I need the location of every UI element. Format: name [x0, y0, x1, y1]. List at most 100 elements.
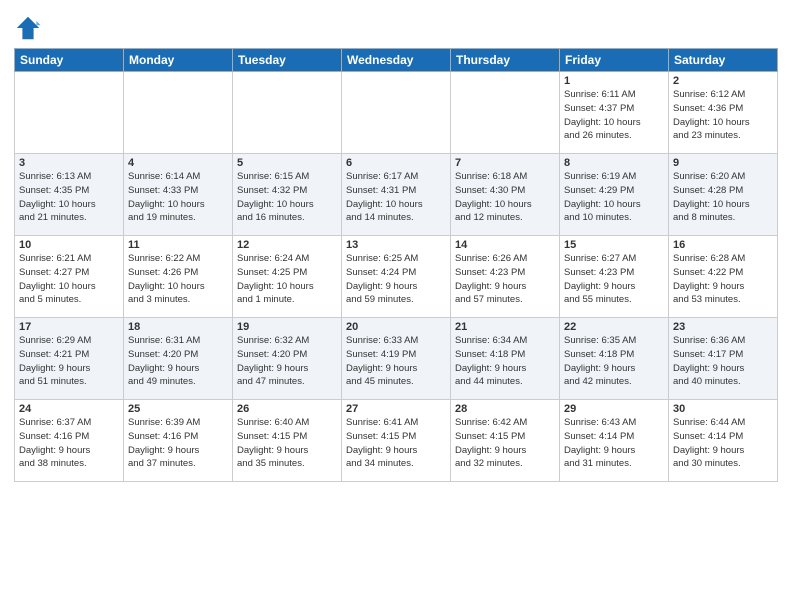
calendar-week-row: 24Sunrise: 6:37 AM Sunset: 4:16 PM Dayli…: [15, 400, 778, 482]
calendar-cell: [124, 72, 233, 154]
calendar-cell: 6Sunrise: 6:17 AM Sunset: 4:31 PM Daylig…: [342, 154, 451, 236]
calendar: SundayMondayTuesdayWednesdayThursdayFrid…: [14, 48, 778, 482]
weekday-header: Tuesday: [233, 49, 342, 72]
day-info: Sunrise: 6:20 AM Sunset: 4:28 PM Dayligh…: [673, 170, 773, 225]
calendar-cell: [233, 72, 342, 154]
calendar-week-row: 17Sunrise: 6:29 AM Sunset: 4:21 PM Dayli…: [15, 318, 778, 400]
header: [14, 10, 778, 42]
day-info: Sunrise: 6:29 AM Sunset: 4:21 PM Dayligh…: [19, 334, 119, 389]
calendar-cell: 27Sunrise: 6:41 AM Sunset: 4:15 PM Dayli…: [342, 400, 451, 482]
calendar-cell: 14Sunrise: 6:26 AM Sunset: 4:23 PM Dayli…: [451, 236, 560, 318]
day-info: Sunrise: 6:24 AM Sunset: 4:25 PM Dayligh…: [237, 252, 337, 307]
day-number: 25: [128, 403, 228, 415]
calendar-cell: 2Sunrise: 6:12 AM Sunset: 4:36 PM Daylig…: [669, 72, 778, 154]
day-info: Sunrise: 6:17 AM Sunset: 4:31 PM Dayligh…: [346, 170, 446, 225]
calendar-cell: 11Sunrise: 6:22 AM Sunset: 4:26 PM Dayli…: [124, 236, 233, 318]
day-number: 12: [237, 239, 337, 251]
day-number: 5: [237, 157, 337, 169]
day-number: 14: [455, 239, 555, 251]
day-number: 19: [237, 321, 337, 333]
calendar-week-row: 1Sunrise: 6:11 AM Sunset: 4:37 PM Daylig…: [15, 72, 778, 154]
calendar-cell: 10Sunrise: 6:21 AM Sunset: 4:27 PM Dayli…: [15, 236, 124, 318]
day-info: Sunrise: 6:36 AM Sunset: 4:17 PM Dayligh…: [673, 334, 773, 389]
day-info: Sunrise: 6:34 AM Sunset: 4:18 PM Dayligh…: [455, 334, 555, 389]
day-info: Sunrise: 6:31 AM Sunset: 4:20 PM Dayligh…: [128, 334, 228, 389]
calendar-cell: 12Sunrise: 6:24 AM Sunset: 4:25 PM Dayli…: [233, 236, 342, 318]
day-info: Sunrise: 6:12 AM Sunset: 4:36 PM Dayligh…: [673, 88, 773, 143]
day-number: 2: [673, 75, 773, 87]
weekday-header: Thursday: [451, 49, 560, 72]
day-number: 21: [455, 321, 555, 333]
calendar-cell: 16Sunrise: 6:28 AM Sunset: 4:22 PM Dayli…: [669, 236, 778, 318]
calendar-cell: 15Sunrise: 6:27 AM Sunset: 4:23 PM Dayli…: [560, 236, 669, 318]
day-info: Sunrise: 6:44 AM Sunset: 4:14 PM Dayligh…: [673, 416, 773, 471]
day-number: 24: [19, 403, 119, 415]
day-number: 9: [673, 157, 773, 169]
day-info: Sunrise: 6:28 AM Sunset: 4:22 PM Dayligh…: [673, 252, 773, 307]
day-info: Sunrise: 6:19 AM Sunset: 4:29 PM Dayligh…: [564, 170, 664, 225]
calendar-cell: 21Sunrise: 6:34 AM Sunset: 4:18 PM Dayli…: [451, 318, 560, 400]
logo-icon: [14, 14, 42, 42]
day-number: 15: [564, 239, 664, 251]
calendar-cell: 7Sunrise: 6:18 AM Sunset: 4:30 PM Daylig…: [451, 154, 560, 236]
calendar-week-row: 10Sunrise: 6:21 AM Sunset: 4:27 PM Dayli…: [15, 236, 778, 318]
calendar-cell: 17Sunrise: 6:29 AM Sunset: 4:21 PM Dayli…: [15, 318, 124, 400]
calendar-cell: 28Sunrise: 6:42 AM Sunset: 4:15 PM Dayli…: [451, 400, 560, 482]
day-number: 10: [19, 239, 119, 251]
day-info: Sunrise: 6:39 AM Sunset: 4:16 PM Dayligh…: [128, 416, 228, 471]
day-number: 18: [128, 321, 228, 333]
day-number: 20: [346, 321, 446, 333]
calendar-cell: 24Sunrise: 6:37 AM Sunset: 4:16 PM Dayli…: [15, 400, 124, 482]
calendar-cell: 1Sunrise: 6:11 AM Sunset: 4:37 PM Daylig…: [560, 72, 669, 154]
day-info: Sunrise: 6:18 AM Sunset: 4:30 PM Dayligh…: [455, 170, 555, 225]
calendar-cell: 26Sunrise: 6:40 AM Sunset: 4:15 PM Dayli…: [233, 400, 342, 482]
day-number: 1: [564, 75, 664, 87]
day-info: Sunrise: 6:15 AM Sunset: 4:32 PM Dayligh…: [237, 170, 337, 225]
calendar-cell: [451, 72, 560, 154]
day-number: 28: [455, 403, 555, 415]
calendar-cell: 13Sunrise: 6:25 AM Sunset: 4:24 PM Dayli…: [342, 236, 451, 318]
day-number: 13: [346, 239, 446, 251]
day-info: Sunrise: 6:22 AM Sunset: 4:26 PM Dayligh…: [128, 252, 228, 307]
calendar-cell: 3Sunrise: 6:13 AM Sunset: 4:35 PM Daylig…: [15, 154, 124, 236]
calendar-cell: 23Sunrise: 6:36 AM Sunset: 4:17 PM Dayli…: [669, 318, 778, 400]
day-number: 23: [673, 321, 773, 333]
weekday-header: Wednesday: [342, 49, 451, 72]
day-info: Sunrise: 6:40 AM Sunset: 4:15 PM Dayligh…: [237, 416, 337, 471]
calendar-cell: 29Sunrise: 6:43 AM Sunset: 4:14 PM Dayli…: [560, 400, 669, 482]
day-number: 8: [564, 157, 664, 169]
day-number: 16: [673, 239, 773, 251]
day-info: Sunrise: 6:37 AM Sunset: 4:16 PM Dayligh…: [19, 416, 119, 471]
calendar-cell: 5Sunrise: 6:15 AM Sunset: 4:32 PM Daylig…: [233, 154, 342, 236]
calendar-cell: 25Sunrise: 6:39 AM Sunset: 4:16 PM Dayli…: [124, 400, 233, 482]
day-number: 11: [128, 239, 228, 251]
page: SundayMondayTuesdayWednesdayThursdayFrid…: [0, 0, 792, 612]
day-info: Sunrise: 6:25 AM Sunset: 4:24 PM Dayligh…: [346, 252, 446, 307]
day-info: Sunrise: 6:32 AM Sunset: 4:20 PM Dayligh…: [237, 334, 337, 389]
day-info: Sunrise: 6:43 AM Sunset: 4:14 PM Dayligh…: [564, 416, 664, 471]
day-info: Sunrise: 6:33 AM Sunset: 4:19 PM Dayligh…: [346, 334, 446, 389]
day-info: Sunrise: 6:27 AM Sunset: 4:23 PM Dayligh…: [564, 252, 664, 307]
day-info: Sunrise: 6:26 AM Sunset: 4:23 PM Dayligh…: [455, 252, 555, 307]
day-info: Sunrise: 6:42 AM Sunset: 4:15 PM Dayligh…: [455, 416, 555, 471]
calendar-cell: 19Sunrise: 6:32 AM Sunset: 4:20 PM Dayli…: [233, 318, 342, 400]
day-number: 3: [19, 157, 119, 169]
day-number: 22: [564, 321, 664, 333]
calendar-header-row: SundayMondayTuesdayWednesdayThursdayFrid…: [15, 49, 778, 72]
calendar-body: 1Sunrise: 6:11 AM Sunset: 4:37 PM Daylig…: [15, 72, 778, 482]
day-number: 7: [455, 157, 555, 169]
day-number: 6: [346, 157, 446, 169]
calendar-cell: 8Sunrise: 6:19 AM Sunset: 4:29 PM Daylig…: [560, 154, 669, 236]
weekday-header: Saturday: [669, 49, 778, 72]
day-info: Sunrise: 6:13 AM Sunset: 4:35 PM Dayligh…: [19, 170, 119, 225]
calendar-cell: 30Sunrise: 6:44 AM Sunset: 4:14 PM Dayli…: [669, 400, 778, 482]
day-number: 30: [673, 403, 773, 415]
weekday-header: Sunday: [15, 49, 124, 72]
logo: [14, 14, 46, 42]
day-info: Sunrise: 6:41 AM Sunset: 4:15 PM Dayligh…: [346, 416, 446, 471]
calendar-cell: 20Sunrise: 6:33 AM Sunset: 4:19 PM Dayli…: [342, 318, 451, 400]
day-number: 17: [19, 321, 119, 333]
day-info: Sunrise: 6:14 AM Sunset: 4:33 PM Dayligh…: [128, 170, 228, 225]
day-number: 4: [128, 157, 228, 169]
day-number: 26: [237, 403, 337, 415]
